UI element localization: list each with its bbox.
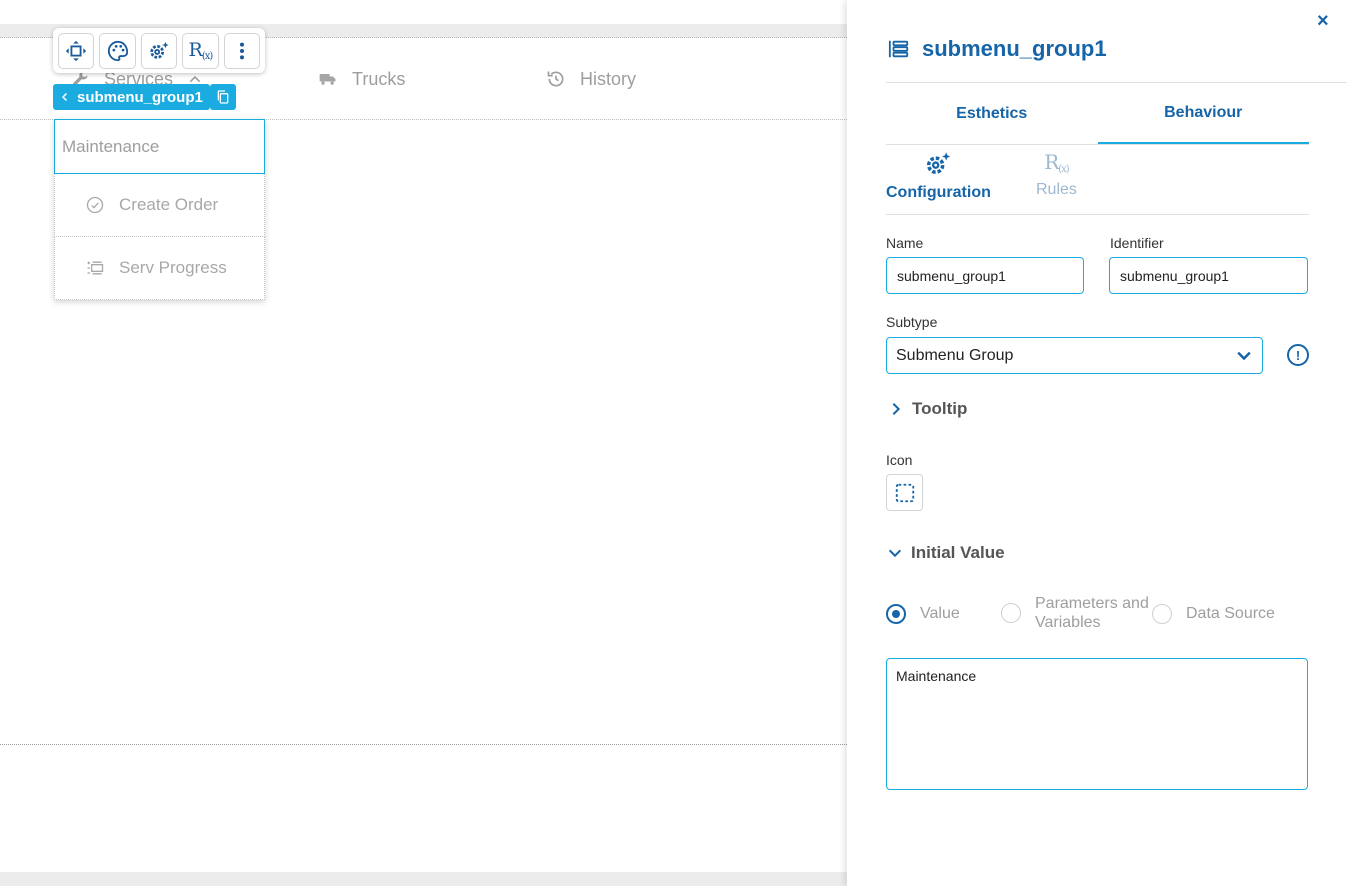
submenu-item-serv-progress[interactable]: Serv Progress xyxy=(54,237,265,300)
rules-icon: R(x) xyxy=(1044,150,1070,175)
panel-title-text: submenu_group1 xyxy=(922,36,1107,61)
subtab-label: Configuration xyxy=(886,184,991,201)
identifier-field[interactable]: submenu_group1 xyxy=(1109,257,1308,294)
empty-icon-placeholder-icon xyxy=(895,483,914,502)
close-button[interactable]: × xyxy=(1317,10,1329,33)
progress-list-icon xyxy=(87,261,104,275)
design-canvas[interactable]: Services Trucks History R(x) submenu_gro… xyxy=(0,0,847,886)
submenu-group[interactable]: Maintenance Create Order Serv Progress xyxy=(54,119,265,300)
nav-item-label: History xyxy=(580,68,637,89)
subtype-label: Subtype xyxy=(886,314,938,330)
subtype-value: Submenu Group xyxy=(896,346,1014,364)
radio-button[interactable] xyxy=(886,604,906,624)
radio-label: Parameters and Variables xyxy=(1035,595,1149,631)
chevron-down-icon xyxy=(1237,351,1251,360)
check-circle-icon xyxy=(86,196,104,214)
nav-item-trucks[interactable]: Trucks xyxy=(318,66,405,92)
tab-behaviour[interactable]: Behaviour xyxy=(1097,84,1309,144)
properties-panel: × submenu_group1 Esthetics Behaviour Con… xyxy=(847,0,1347,886)
section-label: Tooltip xyxy=(912,399,968,418)
name-field[interactable]: submenu_group1 xyxy=(886,257,1084,294)
history-icon xyxy=(547,71,564,87)
subtab-label: Rules xyxy=(1036,181,1077,198)
selected-element-tag[interactable]: submenu_group1 xyxy=(53,84,210,110)
icon-picker[interactable] xyxy=(886,474,923,511)
move-button[interactable] xyxy=(58,32,95,69)
canvas-bottom-band xyxy=(0,872,847,886)
rules-icon: R(x) xyxy=(188,39,214,62)
section-label: Initial Value xyxy=(911,543,1005,562)
rules-button[interactable]: R(x) xyxy=(182,32,219,69)
title-divider xyxy=(886,82,1347,83)
subtab-configuration[interactable]: Configuration xyxy=(886,150,991,202)
selected-element-name: submenu_group1 xyxy=(77,88,203,106)
gear-sparkle-icon xyxy=(927,152,951,174)
subtab-rules[interactable]: R(x) Rules xyxy=(1036,150,1077,199)
submenu-item-create-order[interactable]: Create Order xyxy=(54,174,265,237)
gear-sparkle-icon xyxy=(150,41,169,59)
submenu-item-label: Create Order xyxy=(119,195,219,214)
chevron-right-icon xyxy=(892,402,901,416)
radio-label: Data Source xyxy=(1186,605,1275,622)
icon-label: Icon xyxy=(886,452,913,468)
radio-button[interactable] xyxy=(1001,603,1021,623)
info-icon[interactable]: ! xyxy=(1287,344,1309,366)
panel-title: submenu_group1 xyxy=(888,36,1107,62)
chevron-down-icon xyxy=(888,549,902,558)
radio-value[interactable]: Value xyxy=(886,604,960,624)
chevron-left-icon xyxy=(61,92,68,102)
radio-data-source[interactable]: Data Source xyxy=(1152,604,1275,624)
esthetics-button[interactable] xyxy=(99,32,136,69)
submenu-group-icon xyxy=(888,40,909,58)
tooltip-section-toggle[interactable]: Tooltip xyxy=(888,399,967,419)
submenu-header[interactable]: Maintenance xyxy=(54,119,265,174)
element-toolbar: R(x) xyxy=(53,28,265,73)
initial-value-section-toggle[interactable]: Initial Value xyxy=(887,543,1005,563)
radio-parameters-and-variables[interactable]: Parameters and Variables xyxy=(1001,594,1149,632)
more-vertical-icon xyxy=(239,42,244,59)
copy-button[interactable] xyxy=(210,84,236,110)
nav-item-history[interactable]: History xyxy=(546,66,636,92)
move-icon xyxy=(66,40,87,61)
more-button[interactable] xyxy=(223,32,261,69)
copy-icon xyxy=(217,90,229,104)
submenu-header-label: Maintenance xyxy=(62,136,160,156)
identifier-label: Identifier xyxy=(1110,235,1164,251)
subtype-select[interactable]: Submenu Group xyxy=(886,337,1263,374)
nav-item-label: Trucks xyxy=(352,68,406,89)
tab-esthetics[interactable]: Esthetics xyxy=(886,84,1098,144)
panel-tabs: Esthetics Behaviour xyxy=(886,84,1309,145)
configuration-button[interactable] xyxy=(140,32,178,69)
name-label: Name xyxy=(886,235,924,251)
submenu-item-label: Serv Progress xyxy=(119,258,227,277)
initial-value-textarea[interactable]: Maintenance xyxy=(886,658,1308,790)
canvas-section-border xyxy=(0,744,847,745)
radio-button[interactable] xyxy=(1152,604,1172,624)
truck-icon xyxy=(319,74,336,85)
radio-label: Value xyxy=(920,605,960,622)
palette-icon xyxy=(107,40,128,61)
behaviour-subtabs: Configuration R(x) Rules xyxy=(886,150,1309,215)
